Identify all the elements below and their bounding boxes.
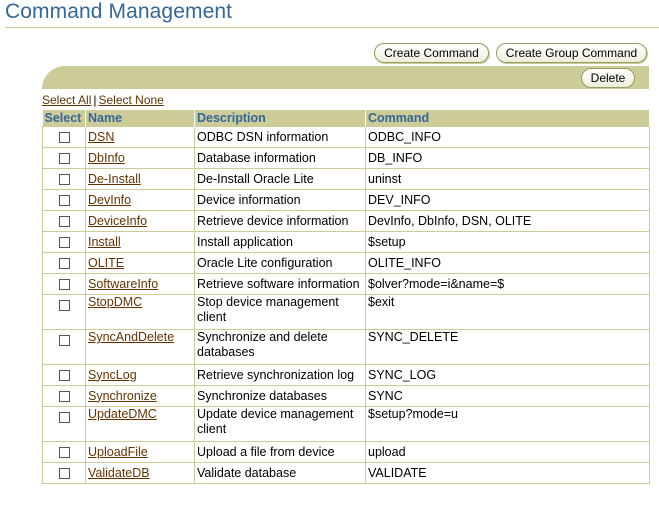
- command-value: DEV_INFO: [365, 189, 650, 211]
- command-name-link[interactable]: DevInfo: [88, 193, 131, 207]
- command-name-link[interactable]: SyncAndDelete: [88, 330, 174, 344]
- header-name: Name: [85, 110, 195, 127]
- table-row: OLITE Oracle Lite configuration OLITE_IN…: [42, 252, 650, 274]
- delete-button[interactable]: Delete: [581, 68, 635, 88]
- table-row: DeviceInfo Retrieve device information D…: [42, 210, 650, 232]
- row-checkbox[interactable]: [58, 390, 70, 402]
- command-table: Select Name Description Command DSN ODBC…: [42, 110, 650, 484]
- command-value: uninst: [365, 168, 650, 190]
- header-command: Command: [365, 110, 650, 127]
- command-name-link[interactable]: Synchronize: [88, 389, 157, 403]
- table-row: DSN ODBC DSN information ODBC_INFO: [42, 126, 650, 148]
- header-description: Description: [194, 110, 366, 127]
- command-description: Stop device management client: [194, 294, 366, 330]
- command-value: SYNC: [365, 385, 650, 407]
- table-row: Synchronize Synchronize databases SYNC: [42, 385, 650, 407]
- row-checkbox[interactable]: [58, 278, 70, 290]
- row-checkbox[interactable]: [58, 131, 70, 143]
- header-select: Select: [42, 110, 86, 127]
- row-checkbox[interactable]: [58, 300, 70, 312]
- command-description: Synchronize and delete databases: [194, 329, 366, 365]
- command-description: Database information: [194, 147, 366, 169]
- command-value: ODBC_INFO: [365, 126, 650, 148]
- command-value: OLITE_INFO: [365, 252, 650, 274]
- command-name-link[interactable]: DbInfo: [88, 151, 125, 165]
- row-checkbox[interactable]: [58, 412, 70, 424]
- command-value: DB_INFO: [365, 147, 650, 169]
- row-checkbox[interactable]: [58, 467, 70, 479]
- row-checkbox[interactable]: [58, 446, 70, 458]
- command-value: SYNC_LOG: [365, 364, 650, 386]
- command-description: Retrieve synchronization log: [194, 364, 366, 386]
- command-description: Retrieve device information: [194, 210, 366, 232]
- command-value: $setup?mode=u: [365, 406, 650, 442]
- command-name-link[interactable]: ValidateDB: [88, 466, 150, 480]
- row-checkbox[interactable]: [58, 152, 70, 164]
- row-checkbox[interactable]: [58, 369, 70, 381]
- row-checkbox[interactable]: [58, 257, 70, 269]
- command-value: VALIDATE: [365, 462, 650, 484]
- command-description: Validate database: [194, 462, 366, 484]
- command-value: $exit: [365, 294, 650, 330]
- row-checkbox[interactable]: [58, 173, 70, 185]
- command-description: Install application: [194, 231, 366, 253]
- selection-links: Select All | Select None: [42, 93, 164, 107]
- row-checkbox[interactable]: [58, 194, 70, 206]
- command-name-link[interactable]: UploadFile: [88, 445, 148, 459]
- command-value: $olver?mode=i&name=$: [365, 273, 650, 295]
- command-name-link[interactable]: UpdateDMC: [88, 407, 157, 421]
- title-divider: [5, 27, 659, 28]
- command-description: Upload a file from device: [194, 441, 366, 463]
- command-value: DevInfo, DbInfo, DSN, OLITE: [365, 210, 650, 232]
- selection-separator: |: [93, 93, 97, 107]
- command-name-link[interactable]: SoftwareInfo: [88, 277, 158, 291]
- command-value: upload: [365, 441, 650, 463]
- command-description: Update device management client: [194, 406, 366, 442]
- command-name-link[interactable]: OLITE: [88, 256, 124, 270]
- table-action-bar: [42, 66, 649, 89]
- command-value: SYNC_DELETE: [365, 329, 650, 365]
- command-description: Retrieve software information: [194, 273, 366, 295]
- row-checkbox[interactable]: [58, 215, 70, 227]
- table-row: UpdateDMC Update device management clien…: [42, 406, 650, 442]
- command-description: ODBC DSN information: [194, 126, 366, 148]
- table-header-row: Select Name Description Command: [42, 110, 650, 127]
- table-row: Install Install application $setup: [42, 231, 650, 253]
- command-name-link[interactable]: Install: [88, 235, 121, 249]
- table-row: StopDMC Stop device management client $e…: [42, 294, 650, 330]
- table-row: SyncAndDelete Synchronize and delete dat…: [42, 329, 650, 365]
- page-title: Command Management: [5, 0, 233, 23]
- command-description: Device information: [194, 189, 366, 211]
- table-row: De-Install De-Install Oracle Lite uninst: [42, 168, 650, 190]
- command-name-link[interactable]: DeviceInfo: [88, 214, 147, 228]
- row-checkbox[interactable]: [58, 236, 70, 248]
- table-row: DevInfo Device information DEV_INFO: [42, 189, 650, 211]
- table-row: ValidateDB Validate database VALIDATE: [42, 462, 650, 484]
- command-name-link[interactable]: DSN: [88, 130, 114, 144]
- command-value: $setup: [365, 231, 650, 253]
- create-command-button[interactable]: Create Command: [374, 43, 489, 63]
- table-row: DbInfo Database information DB_INFO: [42, 147, 650, 169]
- command-name-link[interactable]: SyncLog: [88, 368, 137, 382]
- table-row: UploadFile Upload a file from device upl…: [42, 441, 650, 463]
- command-name-link[interactable]: StopDMC: [88, 295, 142, 309]
- select-all-link[interactable]: Select All: [42, 93, 91, 107]
- table-row: SoftwareInfo Retrieve software informati…: [42, 273, 650, 295]
- command-description: Synchronize databases: [194, 385, 366, 407]
- command-description: De-Install Oracle Lite: [194, 168, 366, 190]
- table-row: SyncLog Retrieve synchronization log SYN…: [42, 364, 650, 386]
- create-group-command-button[interactable]: Create Group Command: [496, 43, 647, 63]
- select-none-link[interactable]: Select None: [98, 93, 163, 107]
- command-description: Oracle Lite configuration: [194, 252, 366, 274]
- row-checkbox[interactable]: [58, 335, 70, 347]
- command-name-link[interactable]: De-Install: [88, 172, 141, 186]
